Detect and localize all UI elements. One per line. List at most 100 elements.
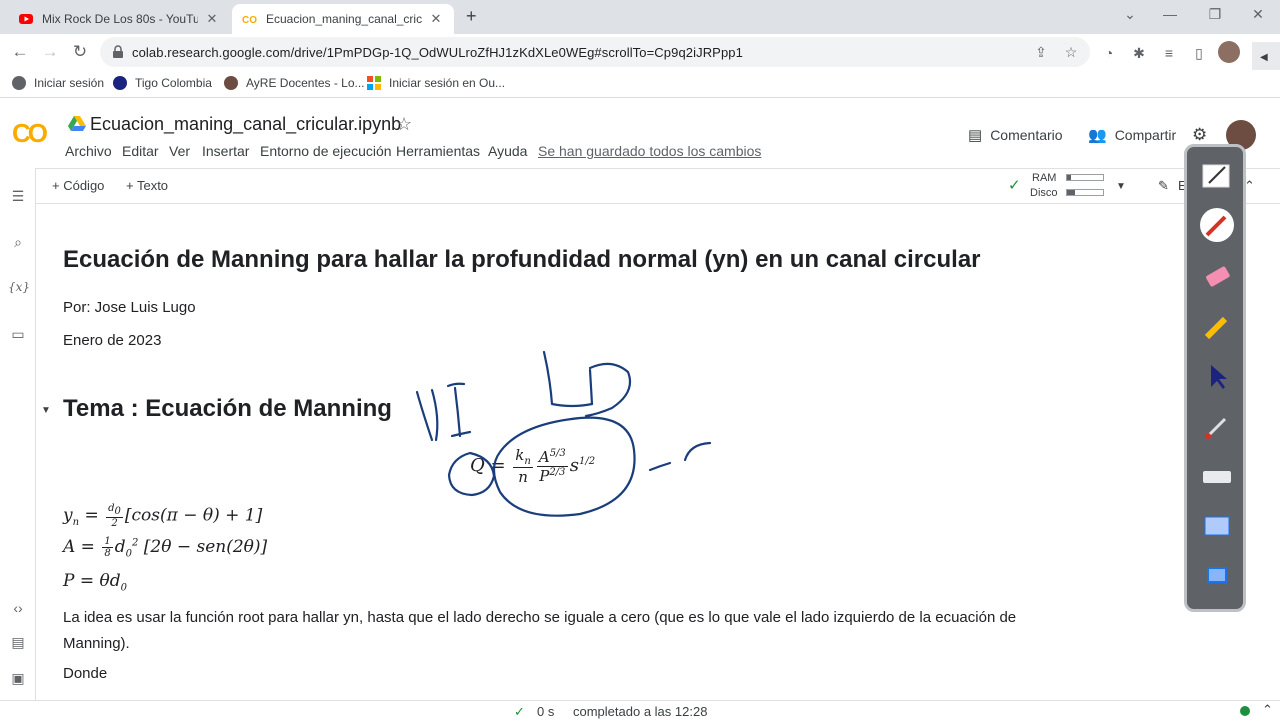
yn-equation: yn = d0 2 [cos(π − θ) + 1]: [63, 503, 263, 529]
comment-icon: ▤: [968, 127, 983, 144]
menu-editar[interactable]: Editar: [122, 143, 159, 159]
browser-toolbar: ← → ↻ colab.research.google.com/drive/1P…: [0, 34, 1280, 70]
restore-icon[interactable]: ❐: [1205, 6, 1225, 23]
desktop-icon[interactable]: [1199, 559, 1235, 595]
menu-herramientas[interactable]: Herramientas: [396, 143, 480, 159]
colab-header: CO Ecuacion_maning_canal_cricular.ipynb …: [0, 98, 1280, 168]
menu-ayuda[interactable]: Ayuda: [488, 143, 527, 159]
bookmark-label: AyRE Docentes - Lo...: [246, 76, 365, 90]
runtime-dropdown-icon[interactable]: ▼: [1116, 181, 1126, 192]
people-icon: 👥: [1088, 127, 1107, 144]
star-icon[interactable]: ☆: [396, 114, 412, 135]
tab-title: Ecuacion_maning_canal_cricular.i: [266, 12, 422, 26]
share-button[interactable]: 👥 Compartir: [1088, 126, 1176, 144]
reading-list-icon[interactable]: ≡: [1160, 44, 1178, 62]
close-tab-icon[interactable]: ✕: [204, 11, 220, 27]
manning-equation: Q = kn n A5/3 P2/3 s1/2: [470, 446, 596, 486]
share-label: Compartir: [1114, 127, 1177, 143]
eraser-icon[interactable]: [1199, 259, 1235, 295]
address-bar[interactable]: colab.research.google.com/drive/1PmPDGp-…: [100, 37, 1090, 67]
microsoft-icon: [367, 76, 381, 90]
command-palette-icon[interactable]: ▤: [8, 634, 28, 651]
settings-gear-icon[interactable]: ⚙: [1192, 125, 1207, 145]
bookmark-label: Iniciar sesión: [34, 76, 105, 90]
bookmarks-bar: Iniciar sesión Tigo Colombia AyRE Docent…: [0, 70, 1280, 98]
ram-meter[interactable]: [1066, 174, 1104, 181]
add-code-button[interactable]: + Código: [52, 178, 104, 193]
notebook-heading: Ecuación de Manning para hallar la profu…: [63, 246, 981, 273]
laser-pen-icon[interactable]: [1199, 409, 1235, 445]
bookmark-item[interactable]: AyRE Docentes - Lo...: [224, 76, 365, 90]
menu-archivo[interactable]: Archivo: [65, 143, 112, 159]
close-tab-icon[interactable]: ✕: [428, 11, 444, 27]
comment-button[interactable]: ▤ Comentario: [968, 126, 1063, 144]
saved-status-link[interactable]: Se han guardado todos los cambios: [538, 143, 761, 159]
whiteboard-icon[interactable]: [1199, 159, 1235, 195]
lock-icon: [113, 45, 123, 58]
tab-title: Mix Rock De Los 80s - YouTube: [42, 12, 198, 26]
screen-capture-icon[interactable]: [1199, 509, 1235, 545]
bookmark-label: Iniciar sesión en Ou...: [389, 76, 506, 90]
area-equation: A = 1 8 d02 [2θ − sen(2θ)]: [63, 536, 268, 560]
variables-icon[interactable]: {x}: [8, 280, 30, 294]
colab-logo[interactable]: CO: [12, 118, 48, 149]
ram-label: RAM: [1032, 172, 1057, 184]
globe-icon: [12, 76, 26, 90]
annotation-toolbar: [1184, 144, 1246, 612]
edit-pencil-icon[interactable]: ✎: [1158, 178, 1169, 194]
disk-label: Disco: [1030, 187, 1058, 199]
highlighter-icon[interactable]: [1199, 309, 1235, 345]
disk-meter[interactable]: [1066, 189, 1104, 196]
cell-toolbar: + Código + Texto ✓ RAM Disco ▼ ✎ Edi ⌃: [36, 168, 1280, 204]
side-panel-icon[interactable]: ▯: [1190, 44, 1208, 62]
close-window-icon[interactable]: ✕: [1248, 6, 1268, 23]
tigo-icon: [113, 76, 127, 90]
section-heading: Tema : Ecuación de Manning: [63, 395, 392, 422]
notebook-title[interactable]: Ecuacion_maning_canal_cricular.ipynb: [90, 114, 401, 135]
files-folder-icon[interactable]: ▭: [8, 326, 28, 343]
notebook-content: Ecuación de Manning para hallar la profu…: [37, 205, 1180, 700]
browser-tab-strip: Mix Rock De Los 80s - YouTube ✕ CO Ecuac…: [0, 0, 1280, 34]
author-text: Por: Jose Luis Lugo: [63, 299, 196, 316]
tab-colab[interactable]: CO Ecuacion_maning_canal_cricular.i ✕: [232, 4, 454, 34]
menu-ver[interactable]: Ver: [169, 143, 190, 159]
terminal-icon[interactable]: ▣: [8, 670, 28, 687]
extensions-puzzle-icon[interactable]: ✱: [1130, 44, 1148, 62]
ayre-icon: [224, 76, 238, 90]
connection-status-dot: [1240, 706, 1250, 716]
pointer-arrow-icon[interactable]: [1199, 359, 1235, 395]
new-tab-button[interactable]: +: [466, 6, 477, 27]
collapse-arrow-icon[interactable]: ◀: [1260, 52, 1268, 63]
section-collapse-icon[interactable]: ▼: [41, 405, 51, 416]
back-arrow-icon[interactable]: ←: [10, 42, 30, 62]
completion-status: completado a las 12:28: [573, 704, 708, 719]
bookmark-item[interactable]: Iniciar sesión en Ou...: [367, 76, 505, 90]
code-snippets-icon[interactable]: ‹›: [8, 600, 28, 616]
extension-mouse-icon[interactable]: ◔: [1100, 44, 1118, 62]
execution-check-icon: ✓: [514, 704, 525, 719]
left-sidebar: ☰ ⌕ {x} ▭ ‹› ▤ ▣: [0, 168, 36, 700]
profile-avatar[interactable]: [1218, 41, 1240, 63]
red-pen-icon[interactable]: [1199, 207, 1235, 243]
bookmark-item[interactable]: Tigo Colombia: [113, 76, 212, 90]
execution-time: 0 s: [537, 704, 555, 719]
keyboard-icon[interactable]: [1199, 459, 1235, 495]
add-text-button[interactable]: + Texto: [126, 178, 168, 193]
bookmark-item[interactable]: Iniciar sesión: [12, 76, 104, 90]
menu-insertar[interactable]: Insertar: [202, 143, 249, 159]
colab-icon: CO: [242, 15, 257, 26]
table-of-contents-icon[interactable]: ☰: [8, 188, 28, 205]
google-drive-icon: [68, 116, 86, 131]
tab-youtube[interactable]: Mix Rock De Los 80s - YouTube ✕: [8, 4, 230, 34]
forward-arrow-icon[interactable]: →: [40, 42, 60, 62]
status-collapse-icon[interactable]: ⌃: [1262, 702, 1273, 718]
menu-entorno[interactable]: Entorno de ejecución: [260, 143, 392, 159]
tab-search-icon[interactable]: ⌄: [1120, 6, 1140, 23]
share-page-icon[interactable]: ⇪: [1032, 43, 1050, 61]
minimize-icon[interactable]: —: [1160, 6, 1180, 22]
search-icon[interactable]: ⌕: [8, 234, 28, 251]
status-bar: ✓ 0 s completado a las 12:28 ⌃: [0, 700, 1280, 720]
comment-label: Comentario: [990, 127, 1063, 143]
reload-icon[interactable]: ↻: [70, 42, 90, 62]
bookmark-star-icon[interactable]: ☆: [1062, 43, 1080, 61]
